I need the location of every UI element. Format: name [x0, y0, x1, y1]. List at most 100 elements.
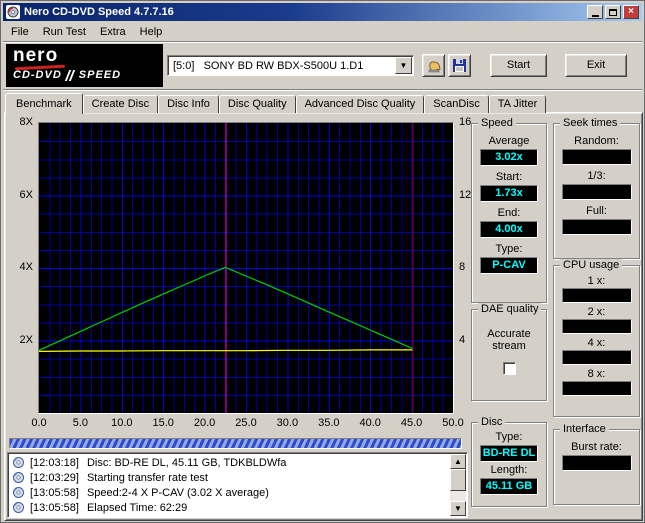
exit-button[interactable]: Exit: [565, 54, 627, 77]
interface-group-title: Interface: [560, 423, 609, 435]
log-timestamp: [12:03:29]: [30, 471, 79, 484]
cpu-usage-groupbox: CPU usage 1 x: 2 x: 4 x: 8 x:: [553, 259, 640, 417]
log-line: [12:03:29] Starting transfer rate test: [10, 470, 449, 485]
seek-random-value: [561, 149, 632, 165]
progress-bar: [9, 438, 462, 449]
tab-ta-jitter[interactable]: TA Jitter: [488, 95, 547, 113]
scrollbar-down-button[interactable]: ▼: [450, 501, 466, 516]
divider: [3, 41, 642, 43]
disc-length-label: Length:: [490, 464, 528, 476]
disc-group-title: Disc: [478, 416, 506, 428]
minimize-icon: [591, 14, 599, 17]
cpu-2x-value: [561, 319, 632, 334]
menu-file[interactable]: File: [4, 24, 36, 40]
log-scrollbar[interactable]: ▲ ▼: [450, 454, 466, 516]
log-disc-icon: [13, 487, 24, 498]
start-button[interactable]: Start: [490, 54, 547, 77]
speed-average-label: Average: [488, 135, 530, 147]
tab-advanced-disc-quality[interactable]: Advanced Disc Quality: [295, 95, 425, 113]
drive-select-combobox[interactable]: [5:0] SONY BD RW BDX-S500U 1.D1 ▼: [167, 55, 414, 76]
log-line: [13:05:58] Speed:2-4 X P-CAV (3.02 X aver…: [10, 485, 449, 500]
accurate-stream-checkbox[interactable]: [502, 362, 516, 375]
arrow-down-icon: ▼: [454, 504, 462, 513]
dae-quality-group-title: DAE quality: [478, 303, 542, 315]
menu-help[interactable]: Help: [133, 24, 170, 40]
divider: [3, 89, 642, 91]
log-timestamp: [12:03:18]: [30, 456, 79, 469]
close-button[interactable]: ×: [623, 5, 639, 19]
maximize-button[interactable]: [605, 5, 621, 19]
floppy-icon: [453, 59, 466, 72]
x-tick-label: 10.0: [111, 417, 133, 429]
speed-slashes-icon: [66, 70, 75, 81]
app-window: Nero CD-DVD Speed 4.7.7.16 × File Run Tes…: [0, 0, 645, 523]
x-tick-label: 50.0: [442, 417, 464, 429]
tab-benchmark[interactable]: Benchmark: [5, 93, 83, 114]
interface-groupbox: Interface Burst rate:: [553, 423, 640, 505]
log-message: Disc: BD-RE DL, 45.11 GB, TDKBLDWfa: [86, 456, 287, 469]
y-right-tick-label: 4: [459, 333, 466, 346]
window-title: Nero CD-DVD Speed 4.7.7.16: [24, 6, 174, 18]
log-disc-icon: [13, 457, 24, 468]
tab-create-disc[interactable]: Create Disc: [82, 95, 159, 113]
tab-strip: Benchmark Create Disc Disc Info Disc Qualit…: [5, 92, 547, 114]
y-left-tick-label: 6X: [19, 188, 33, 201]
tab-scandisc[interactable]: ScanDisc: [424, 95, 489, 113]
tab-disc-info[interactable]: Disc Info: [158, 95, 219, 113]
arrow-up-icon: ▲: [454, 457, 462, 466]
disc-type-label: Type:: [495, 431, 523, 443]
cpu-1x-label: 1 x:: [587, 275, 606, 287]
title-bar[interactable]: Nero CD-DVD Speed 4.7.7.16 ×: [3, 3, 642, 21]
app-icon: [6, 5, 20, 19]
series-rotation-speed: [38, 349, 413, 352]
cpu-4x-label: 4 x:: [587, 337, 606, 349]
chart-grid: [39, 123, 453, 413]
save-button[interactable]: [448, 54, 471, 77]
y-left-tick-label: 4X: [19, 261, 33, 273]
x-tick-label: 45.0: [400, 417, 423, 429]
log-timestamp: [13:05:58]: [30, 501, 79, 514]
maximize-icon: [609, 8, 617, 16]
x-tick-label: 20.0: [193, 417, 216, 429]
scrollbar-up-button[interactable]: ▲: [450, 454, 466, 469]
speed-start-label: Start:: [495, 171, 523, 183]
logo-text-cddvd: CD-DVD: [13, 69, 62, 81]
log-disc-icon: [13, 502, 24, 513]
x-tick-label: 25.0: [235, 417, 257, 429]
log-message: Elapsed Time: 62:29: [86, 501, 188, 514]
minimize-button[interactable]: [587, 5, 603, 19]
speed-type-label: Type:: [495, 243, 523, 255]
accurate-stream-label: Accurate stream: [487, 328, 531, 352]
combobox-dropdown-button[interactable]: ▼: [395, 57, 412, 74]
y-right-tick-label: 8: [459, 261, 466, 273]
speed-start-value: 1.73x: [480, 185, 538, 202]
close-icon: ×: [628, 6, 634, 17]
nero-logo: nero CD-DVD SPEED: [6, 44, 163, 87]
menu-extra[interactable]: Extra: [93, 24, 133, 40]
x-tick-label: 0.0: [31, 417, 47, 429]
speed-type-value: P-CAV: [480, 257, 538, 274]
seek-one-third-value: [561, 184, 632, 200]
seek-times-group-title: Seek times: [560, 117, 621, 129]
tab-disc-quality[interactable]: Disc Quality: [218, 95, 296, 113]
log-message: Starting transfer rate test: [86, 471, 208, 484]
seek-full-value: [561, 219, 632, 235]
benchmark-chart: [38, 122, 454, 414]
log-lines: [12:03:18] Disc: BD-RE DL, 45.11 GB, TDKB…: [10, 455, 449, 516]
seek-full-label: Full:: [586, 205, 607, 217]
y-right-tick-label: 16: [459, 116, 472, 128]
x-tick-label: 35.0: [318, 417, 340, 429]
scrollbar-thumb[interactable]: [450, 469, 466, 491]
speed-groupbox: Speed Average 3.02x Start: 1.73x End: 4.00x Ty…: [471, 117, 547, 303]
cpu-2x-label: 2 x:: [587, 306, 606, 318]
log-line: [12:03:18] Disc: BD-RE DL, 45.11 GB, TDKB…: [10, 455, 449, 470]
logo-text-nero: nero: [13, 45, 59, 66]
cpu-8x-label: 8 x:: [587, 368, 606, 380]
eject-button[interactable]: [422, 54, 445, 77]
log-timestamp: [13:05:58]: [30, 486, 79, 499]
window-controls: ×: [587, 5, 639, 19]
burst-rate-label: Burst rate:: [571, 441, 622, 453]
menu-run-test[interactable]: Run Test: [36, 24, 93, 40]
disc-groupbox: Disc Type: BD-RE DL Length: 45.11 GB: [471, 416, 547, 507]
disc-length-value: 45.11 GB: [480, 478, 538, 495]
